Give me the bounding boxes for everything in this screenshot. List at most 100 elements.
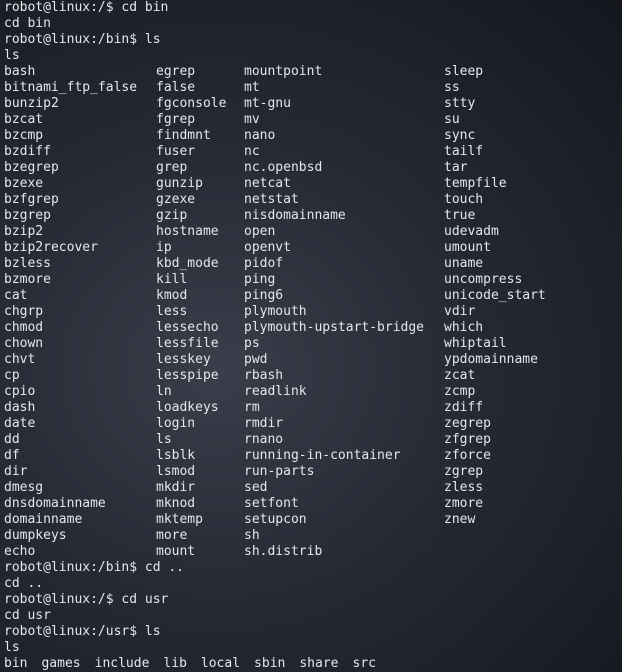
file-entry: unicode_start [444, 288, 546, 303]
file-entry: more [156, 528, 188, 543]
file-entry: kmod [156, 288, 188, 303]
file-entry: bzip2 [4, 224, 44, 239]
file-entry: ip [156, 240, 172, 255]
file-entry: domainname [4, 512, 83, 527]
file-entry: plymouth [244, 304, 307, 319]
file-entry: rm [244, 400, 260, 415]
terminal-line: ls [4, 48, 20, 63]
file-entry: bzexe [4, 176, 44, 191]
terminal-line: robot@linux:/bin$ ls [4, 32, 161, 47]
file-entry: su [444, 112, 460, 127]
file-entry: ypdomainname [444, 352, 538, 367]
file-entry: stty [444, 96, 476, 111]
file-entry: date [4, 416, 36, 431]
terminal-window[interactable]: robot@linux:/$ cd bin cd bin robot@linux… [4, 0, 622, 672]
file-entry: dir [4, 464, 28, 479]
file-entry: run-parts [244, 464, 315, 479]
file-entry: open [244, 224, 276, 239]
file-entry: setfont [244, 496, 299, 511]
file-entry: readlink [244, 384, 307, 399]
file-entry: chmod [4, 320, 44, 335]
file-entry: kbd_mode [156, 256, 219, 271]
dir-entry: include [94, 656, 150, 671]
file-entry: df [4, 448, 20, 463]
file-entry [444, 544, 614, 560]
file-entry [444, 528, 614, 544]
file-entry: fuser [156, 144, 196, 159]
terminal-line: robot@linux:/bin$ cd .. [4, 560, 185, 575]
file-entry: rnano [244, 432, 284, 447]
file-entry: zdiff [444, 400, 484, 415]
file-entry: bzmore [4, 272, 51, 287]
file-entry: zfgrep [444, 432, 491, 447]
file-entry: echo [4, 544, 36, 559]
file-entry: fgconsole [156, 96, 227, 111]
file-entry: gzip [156, 208, 188, 223]
file-entry: running-in-container [244, 448, 401, 463]
file-entry: lessfile [156, 336, 219, 351]
file-entry: sleep [444, 64, 484, 79]
file-entry: mktemp [156, 512, 203, 527]
file-entry: ss [444, 80, 460, 95]
file-entry: sh.distrib [244, 544, 323, 559]
file-entry: zless [444, 480, 484, 495]
file-entry: pwd [244, 352, 268, 367]
file-entry: less [156, 304, 188, 319]
file-entry: netstat [244, 192, 299, 207]
file-entry: udevadm [444, 224, 499, 239]
file-entry: gunzip [156, 176, 203, 191]
file-entry: nc [244, 144, 260, 159]
file-entry: touch [444, 192, 484, 207]
file-entry: zcat [444, 368, 476, 383]
file-entry: loadkeys [156, 400, 219, 415]
file-entry: setupcon [244, 512, 307, 527]
file-entry: plymouth-upstart-bridge [244, 320, 425, 335]
file-entry: tempfile [444, 176, 507, 191]
file-entry: zegrep [444, 416, 491, 431]
file-entry: sed [244, 480, 268, 495]
file-entry: false [156, 80, 196, 95]
file-entry: tailf [444, 144, 484, 159]
dir-entry: sbin [254, 656, 286, 671]
file-entry: zcmp [444, 384, 476, 399]
file-entry: bzdiff [4, 144, 51, 159]
terminal-line: cd bin [4, 16, 51, 31]
file-entry: dnsdomainname [4, 496, 106, 511]
file-entry: cat [4, 288, 28, 303]
file-entry: sync [444, 128, 476, 143]
bin-listing: bash egrep mountpoint sleep bitnami_ftp_fals… [4, 64, 622, 560]
dir-entry: local [200, 656, 241, 671]
file-entry: vdir [444, 304, 476, 319]
file-entry: lsmod [156, 464, 196, 479]
file-entry: whiptail [444, 336, 507, 351]
dir-entry: bin [4, 656, 28, 671]
usr-listing: bin games include lib local sbin share src [4, 656, 622, 672]
file-entry: tar [444, 160, 468, 175]
dir-entry: share [299, 656, 339, 671]
file-entry: lesspipe [156, 368, 219, 383]
file-entry: mkdir [156, 480, 196, 495]
file-entry: egrep [156, 64, 196, 79]
file-entry: which [444, 320, 484, 335]
dir-entry: src [352, 656, 376, 671]
file-entry: uname [444, 256, 484, 271]
file-entry: ping [244, 272, 276, 287]
file-entry: dumpkeys [4, 528, 67, 543]
file-entry: cp [4, 368, 20, 383]
terminal-line: cd usr [4, 608, 51, 623]
file-entry: gzexe [156, 192, 196, 207]
file-entry: bzip2recover [4, 240, 98, 255]
file-entry: bash [4, 64, 36, 79]
file-entry: bzfgrep [4, 192, 59, 207]
file-entry: nisdomainname [244, 208, 346, 223]
file-entry: bitnami_ftp_false [4, 80, 138, 95]
file-entry: login [156, 416, 196, 431]
file-entry: bzless [4, 256, 51, 271]
terminal-line: robot@linux:/usr$ ls [4, 624, 161, 639]
file-entry: chgrp [4, 304, 44, 319]
file-entry: bzgrep [4, 208, 51, 223]
file-entry: zgrep [444, 464, 484, 479]
file-entry: uncompress [444, 272, 523, 287]
file-entry: bunzip2 [4, 96, 59, 111]
file-entry: dd [4, 432, 20, 447]
